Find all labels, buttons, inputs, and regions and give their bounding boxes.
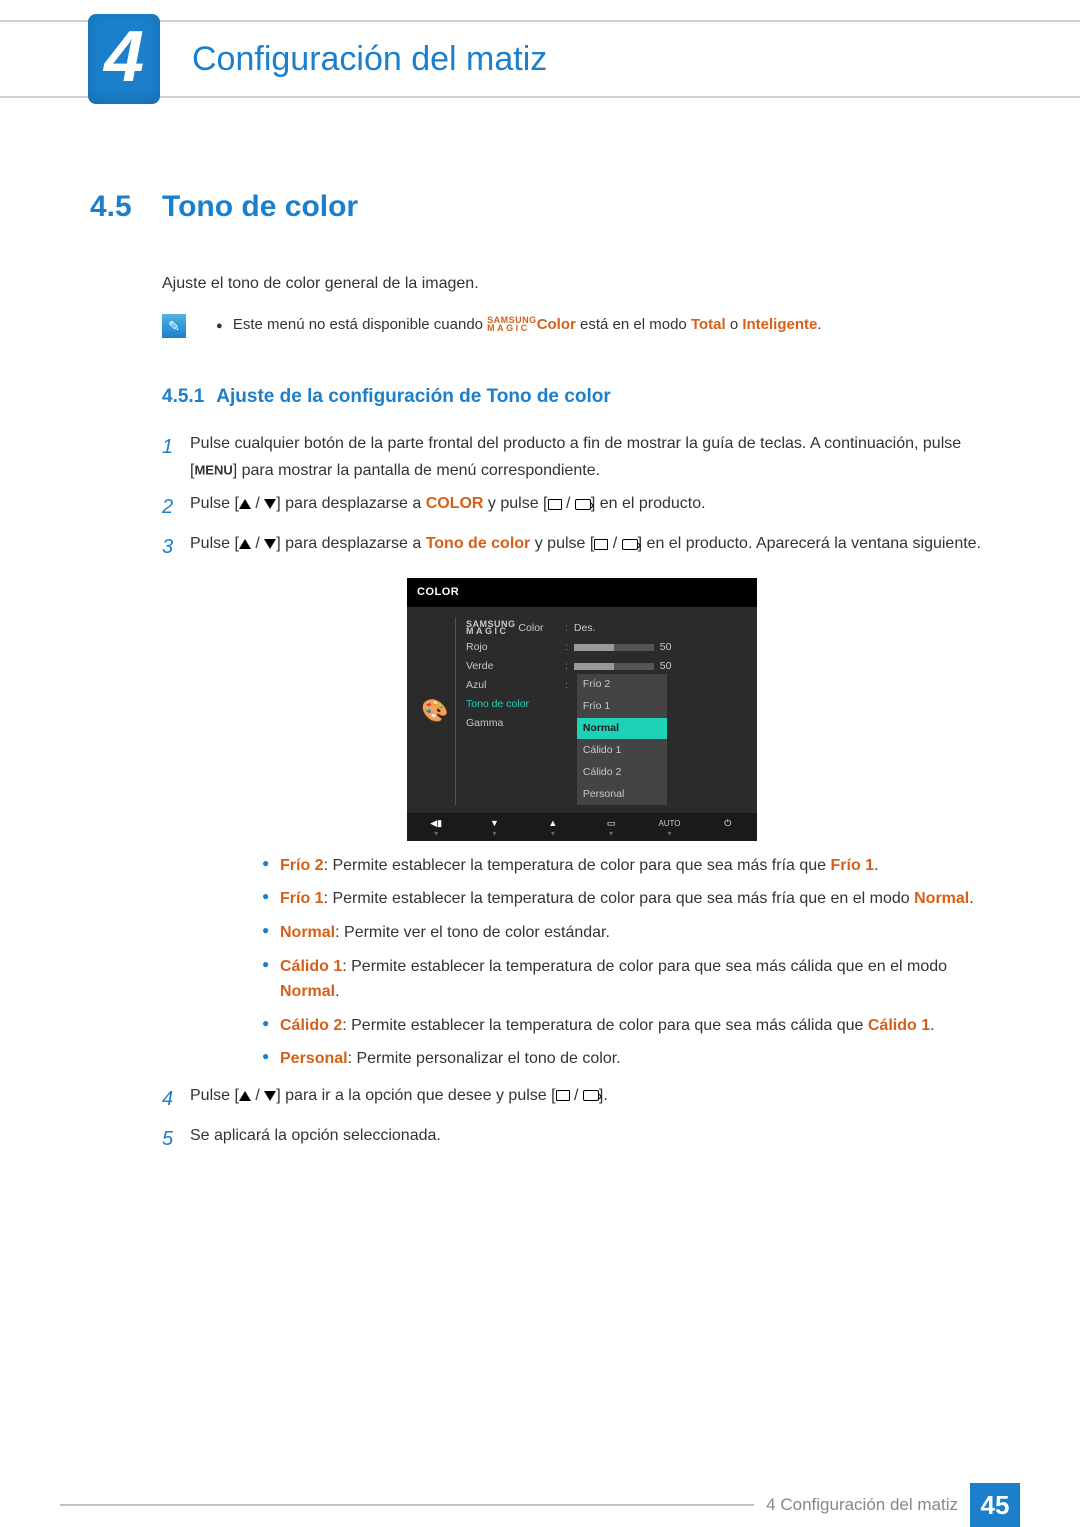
note-color-word: Color [537, 316, 576, 333]
note-mid: está en el modo [580, 316, 691, 333]
note-text: ● Este menú no está disponible cuando SA… [210, 314, 822, 337]
arrow-up-icon [239, 1091, 251, 1101]
note-total: Total [691, 316, 726, 333]
rect-icon [556, 1090, 570, 1101]
arrow-down-icon [264, 1091, 276, 1101]
footer-line [60, 1504, 754, 1506]
step-number-3: 3 [162, 530, 190, 564]
chapter-title: Configuración del matiz [192, 40, 547, 79]
options-list: ●Frío 2: Permite establecer la temperatu… [262, 853, 1002, 1072]
arrow-up-icon [239, 499, 251, 509]
arrow-down-icon [264, 539, 276, 549]
subsection-title: Ajuste de la configuración de Tono de co… [216, 386, 610, 408]
arrow-up-icon [239, 539, 251, 549]
step-2-text: Pulse [ / ] para desplazarse a COLOR y p… [190, 490, 1002, 524]
step-4-text: Pulse [ / ] para ir a la opción que dese… [190, 1082, 1002, 1116]
note-icon: ✎ [162, 314, 186, 338]
osd-values: :Des. : 50 : 50 : Frío 2 Frío 1 Normal C… [565, 617, 749, 805]
steps-list: 1 Pulse cualquier botón de la parte fron… [162, 430, 1002, 1156]
rect-icon [594, 539, 608, 550]
palette-icon: 🎨 [421, 692, 448, 729]
osd-bottom-bar: ◀▮▾ ▼▾ ▲▾ ▭▾ AUTO▾ ⏻ [407, 813, 757, 841]
step-number-2: 2 [162, 490, 190, 524]
enter-icon [583, 1090, 599, 1101]
footer: 4 Configuración del matiz 45 [0, 1483, 1080, 1527]
osd-title: COLOR [407, 578, 757, 607]
rect-icon [548, 499, 562, 510]
osd-labels: SAMSUNGMAGIC Color Rojo Verde Azul Tono … [455, 617, 565, 805]
osd-screenshot: COLOR 🎨 SAMSUNGMAGIC Color Rojo Verde Az… [407, 578, 757, 840]
step-5-text: Se aplicará la opción seleccionada. [190, 1122, 1002, 1156]
section-title: Tono de color [162, 190, 358, 224]
page-number: 45 [970, 1483, 1020, 1527]
intro-text: Ajuste el tono de color general de la im… [162, 272, 1002, 296]
chapter-number-badge: 4 [88, 14, 160, 104]
step-1-text: Pulse cualquier botón de la parte fronta… [190, 430, 1002, 484]
samsung-magic-logo: SAMSUNGMAGIC [487, 317, 537, 332]
step-3-text: Pulse [ / ] para desplazarse a Tono de c… [190, 530, 1002, 564]
enter-icon [622, 539, 638, 550]
note-or: o [730, 316, 743, 333]
note-suffix: . [817, 316, 821, 333]
note-prefix: Este menú no está disponible cuando [233, 316, 487, 333]
note-inteligente: Inteligente [742, 316, 817, 333]
enter-icon [575, 499, 591, 510]
arrow-down-icon [264, 499, 276, 509]
menu-chip: MENU [194, 463, 232, 478]
step-number-5: 5 [162, 1122, 190, 1156]
step-number-1: 1 [162, 430, 190, 484]
section-number: 4.5 [90, 190, 162, 224]
step-number-4: 4 [162, 1082, 190, 1116]
subsection-number: 4.5.1 [162, 386, 204, 408]
content-area: 4.5 Tono de color Ajuste el tono de colo… [90, 190, 1002, 1162]
footer-label: 4 Configuración del matiz [766, 1495, 958, 1515]
